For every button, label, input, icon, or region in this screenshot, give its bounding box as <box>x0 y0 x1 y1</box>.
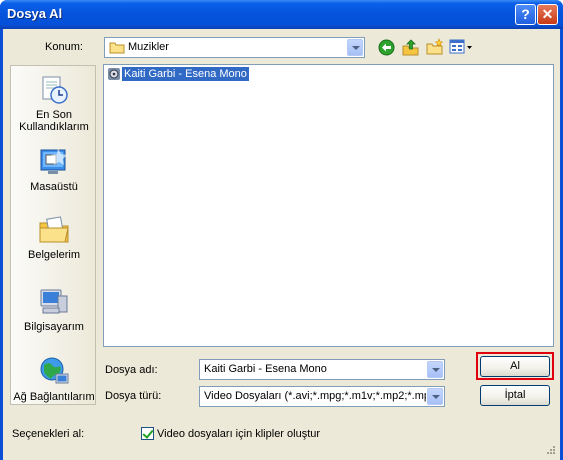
place-label: Ağ Bağlantılarım <box>13 391 95 403</box>
create-clips-label[interactable]: Video dosyaları için klipler oluştur <box>157 428 320 440</box>
media-file-icon <box>107 67 121 81</box>
place-label: Masaüstü <box>30 181 78 193</box>
open-button[interactable]: Al <box>480 356 550 377</box>
location-value: Muzikler <box>128 41 169 53</box>
my-computer-icon <box>38 286 70 318</box>
file-name: Kaiti Garbi - Esena Mono <box>122 67 249 81</box>
dialog-body: Konum: Muzikler En Son Kullandıklarım Ma… <box>3 29 560 460</box>
place-label: Bilgisayarım <box>24 321 84 333</box>
recent-documents-icon <box>38 74 70 106</box>
place-network[interactable]: Ağ Bağlantılarım <box>11 356 97 403</box>
create-clips-checkbox[interactable] <box>141 427 154 440</box>
filetype-label: Dosya türü: <box>105 390 162 402</box>
place-label: En Son Kullandıklarım <box>19 109 89 133</box>
place-label: Belgelerim <box>28 249 80 261</box>
up-folder-icon[interactable] <box>402 38 419 56</box>
chevron-down-icon[interactable] <box>427 361 443 378</box>
cancel-button[interactable]: İptal <box>480 385 550 406</box>
title-bar[interactable]: Dosya Al ? ✕ <box>0 0 563 29</box>
help-button[interactable]: ? <box>515 4 536 25</box>
my-documents-icon <box>38 214 70 246</box>
back-icon[interactable] <box>378 39 395 56</box>
chevron-down-icon[interactable] <box>427 388 443 405</box>
place-recent[interactable]: En Son Kullandıklarım <box>11 74 97 133</box>
chevron-down-icon[interactable] <box>347 39 363 56</box>
view-menu-icon[interactable] <box>449 39 473 55</box>
folder-icon <box>109 41 125 54</box>
place-computer[interactable]: Bilgisayarım <box>11 286 97 333</box>
location-combo[interactable]: Muzikler <box>104 37 365 58</box>
window-title: Dosya Al <box>7 6 63 21</box>
place-desktop[interactable]: Masaüstü <box>11 146 97 193</box>
location-label: Konum: <box>45 41 83 53</box>
new-folder-icon[interactable] <box>426 38 444 56</box>
place-documents[interactable]: Belgelerim <box>11 214 97 261</box>
options-label: Seçenekleri al: <box>12 428 85 440</box>
filename-value: Kaiti Garbi - Esena Mono <box>204 363 327 375</box>
network-places-icon <box>38 356 70 388</box>
filename-label: Dosya adı: <box>105 364 158 376</box>
filetype-value: Video Dosyaları (*.avi;*.mpg;*.m1v;*.mp2… <box>204 390 426 402</box>
file-list-view[interactable]: Kaiti Garbi - Esena Mono <box>103 64 554 347</box>
file-open-dialog: Dosya Al ? ✕ Konum: Muzikler En Son Kull… <box>0 0 563 460</box>
resize-grip-icon[interactable] <box>544 445 556 457</box>
close-button[interactable]: ✕ <box>537 4 558 25</box>
filetype-select[interactable]: Video Dosyaları (*.avi;*.mpg;*.m1v;*.mp2… <box>199 386 445 407</box>
places-bar: En Son Kullandıklarım Masaüstü Belgeleri… <box>10 65 96 405</box>
filename-combo[interactable]: Kaiti Garbi - Esena Mono <box>199 359 445 380</box>
desktop-icon <box>38 146 70 178</box>
